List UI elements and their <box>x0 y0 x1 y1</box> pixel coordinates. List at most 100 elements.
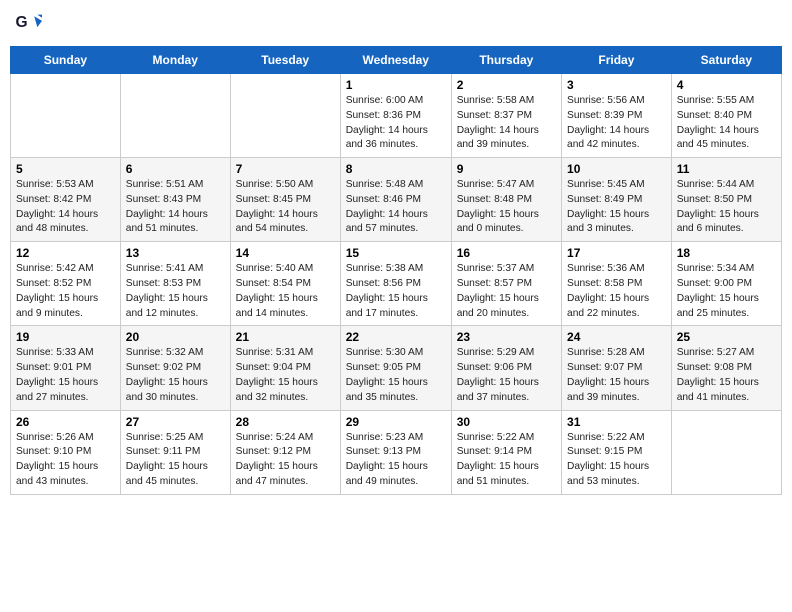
calendar: SundayMondayTuesdayWednesdayThursdayFrid… <box>10 46 782 495</box>
day-number: 12 <box>16 246 115 260</box>
calendar-cell <box>671 410 781 494</box>
day-info: Sunrise: 5:50 AM Sunset: 8:45 PM Dayligh… <box>236 178 335 237</box>
day-number: 19 <box>16 330 115 344</box>
calendar-cell: 3 Sunrise: 5:56 AM Sunset: 8:39 PM Daylig… <box>562 74 672 158</box>
calendar-cell: 1 Sunrise: 6:00 AM Sunset: 8:36 PM Daylig… <box>340 74 451 158</box>
calendar-cell: 7 Sunrise: 5:50 AM Sunset: 8:45 PM Daylig… <box>230 158 340 242</box>
day-info: Sunrise: 5:22 AM Sunset: 9:15 PM Dayligh… <box>567 431 666 490</box>
day-number: 27 <box>126 415 225 429</box>
calendar-cell: 27 Sunrise: 5:25 AM Sunset: 9:11 PM Dayli… <box>120 410 230 494</box>
day-info: Sunrise: 5:33 AM Sunset: 9:01 PM Dayligh… <box>16 346 115 405</box>
calendar-cell: 15Sunrise: 5:38 AM Sunset: 8:56 PM Dayli… <box>340 242 451 326</box>
day-info: Sunrise: 6:00 AM Sunset: 8:36 PM Dayligh… <box>346 94 446 153</box>
day-number: 14 <box>236 246 335 260</box>
day-info: Sunrise: 5:45 AM Sunset: 8:49 PM Dayligh… <box>567 178 666 237</box>
calendar-cell: 8 Sunrise: 5:48 AM Sunset: 8:46 PM Daylig… <box>340 158 451 242</box>
day-info: Sunrise: 5:53 AM Sunset: 8:42 PM Dayligh… <box>16 178 115 237</box>
calendar-cell: 19 Sunrise: 5:33 AM Sunset: 9:01 PM Dayli… <box>11 326 121 410</box>
day-number: 18 <box>677 246 776 260</box>
day-number: 11 <box>677 162 776 176</box>
logo-icon: G <box>14 10 42 38</box>
calendar-week-1: 1 Sunrise: 6:00 AM Sunset: 8:36 PM Daylig… <box>11 74 782 158</box>
day-info: Sunrise: 5:23 AM Sunset: 9:13 PM Dayligh… <box>346 431 446 490</box>
day-info: Sunrise: 5:28 AM Sunset: 9:07 PM Dayligh… <box>567 346 666 405</box>
day-info: Sunrise: 5:44 AM Sunset: 8:50 PM Dayligh… <box>677 178 776 237</box>
day-number: 25 <box>677 330 776 344</box>
day-info: Sunrise: 5:56 AM Sunset: 8:39 PM Dayligh… <box>567 94 666 153</box>
calendar-cell: 20 Sunrise: 5:32 AM Sunset: 9:02 PM Dayli… <box>120 326 230 410</box>
day-info: Sunrise: 5:42 AM Sunset: 8:52 PM Dayligh… <box>16 262 115 321</box>
day-number: 3 <box>567 78 666 92</box>
day-info: Sunrise: 5:47 AM Sunset: 8:48 PM Dayligh… <box>457 178 556 237</box>
calendar-cell: 10 Sunrise: 5:45 AM Sunset: 8:49 PM Dayli… <box>562 158 672 242</box>
calendar-cell: 18 Sunrise: 5:34 AM Sunset: 9:00 PM Dayli… <box>671 242 781 326</box>
calendar-header-tuesday: Tuesday <box>230 47 340 74</box>
calendar-cell: 17Sunrise: 5:36 AM Sunset: 8:58 PM Dayli… <box>562 242 672 326</box>
day-number: 2 <box>457 78 556 92</box>
calendar-header-row: SundayMondayTuesdayWednesdayThursdayFrid… <box>11 47 782 74</box>
calendar-cell: 11 Sunrise: 5:44 AM Sunset: 8:50 PM Dayli… <box>671 158 781 242</box>
calendar-cell: 2 Sunrise: 5:58 AM Sunset: 8:37 PM Daylig… <box>451 74 561 158</box>
svg-text:G: G <box>16 14 28 31</box>
day-info: Sunrise: 5:51 AM Sunset: 8:43 PM Dayligh… <box>126 178 225 237</box>
calendar-header-saturday: Saturday <box>671 47 781 74</box>
day-info: Sunrise: 5:30 AM Sunset: 9:05 PM Dayligh… <box>346 346 446 405</box>
day-number: 10 <box>567 162 666 176</box>
day-number: 26 <box>16 415 115 429</box>
calendar-cell: 6 Sunrise: 5:51 AM Sunset: 8:43 PM Daylig… <box>120 158 230 242</box>
calendar-header-sunday: Sunday <box>11 47 121 74</box>
calendar-cell: 5 Sunrise: 5:53 AM Sunset: 8:42 PM Daylig… <box>11 158 121 242</box>
day-info: Sunrise: 5:55 AM Sunset: 8:40 PM Dayligh… <box>677 94 776 153</box>
day-number: 15 <box>346 246 446 260</box>
day-number: 28 <box>236 415 335 429</box>
day-number: 5 <box>16 162 115 176</box>
calendar-cell: 13Sunrise: 5:41 AM Sunset: 8:53 PM Dayli… <box>120 242 230 326</box>
day-number: 8 <box>346 162 446 176</box>
day-number: 9 <box>457 162 556 176</box>
calendar-cell: 26 Sunrise: 5:26 AM Sunset: 9:10 PM Dayli… <box>11 410 121 494</box>
day-info: Sunrise: 5:22 AM Sunset: 9:14 PM Dayligh… <box>457 431 556 490</box>
calendar-cell: 31 Sunrise: 5:22 AM Sunset: 9:15 PM Dayli… <box>562 410 672 494</box>
day-info: Sunrise: 5:27 AM Sunset: 9:08 PM Dayligh… <box>677 346 776 405</box>
calendar-week-3: 12 Sunrise: 5:42 AM Sunset: 8:52 PM Dayli… <box>11 242 782 326</box>
calendar-week-5: 26 Sunrise: 5:26 AM Sunset: 9:10 PM Dayli… <box>11 410 782 494</box>
day-info: Sunrise: 5:32 AM Sunset: 9:02 PM Dayligh… <box>126 346 225 405</box>
day-info: Sunrise: 5:34 AM Sunset: 9:00 PM Dayligh… <box>677 262 776 321</box>
calendar-header-wednesday: Wednesday <box>340 47 451 74</box>
calendar-cell <box>11 74 121 158</box>
day-number: 31 <box>567 415 666 429</box>
day-number: 1 <box>346 78 446 92</box>
day-number: 22 <box>346 330 446 344</box>
calendar-cell: 30Sunrise: 5:22 AM Sunset: 9:14 PM Dayli… <box>451 410 561 494</box>
day-number: 23 <box>457 330 556 344</box>
day-number: 24 <box>567 330 666 344</box>
calendar-header-thursday: Thursday <box>451 47 561 74</box>
calendar-cell: 14 Sunrise: 5:40 AM Sunset: 8:54 PM Dayli… <box>230 242 340 326</box>
logo: G <box>14 10 46 38</box>
day-number: 6 <box>126 162 225 176</box>
calendar-cell: 4Sunrise: 5:55 AM Sunset: 8:40 PM Daylig… <box>671 74 781 158</box>
calendar-cell: 21Sunrise: 5:31 AM Sunset: 9:04 PM Dayli… <box>230 326 340 410</box>
day-number: 16 <box>457 246 556 260</box>
day-info: Sunrise: 5:58 AM Sunset: 8:37 PM Dayligh… <box>457 94 556 153</box>
calendar-header-friday: Friday <box>562 47 672 74</box>
day-number: 20 <box>126 330 225 344</box>
day-number: 29 <box>346 415 446 429</box>
day-info: Sunrise: 5:26 AM Sunset: 9:10 PM Dayligh… <box>16 431 115 490</box>
day-info: Sunrise: 5:40 AM Sunset: 8:54 PM Dayligh… <box>236 262 335 321</box>
day-info: Sunrise: 5:25 AM Sunset: 9:11 PM Dayligh… <box>126 431 225 490</box>
calendar-cell: 9 Sunrise: 5:47 AM Sunset: 8:48 PM Daylig… <box>451 158 561 242</box>
calendar-cell: 29 Sunrise: 5:23 AM Sunset: 9:13 PM Dayli… <box>340 410 451 494</box>
calendar-week-4: 19 Sunrise: 5:33 AM Sunset: 9:01 PM Dayli… <box>11 326 782 410</box>
calendar-header-monday: Monday <box>120 47 230 74</box>
calendar-week-2: 5 Sunrise: 5:53 AM Sunset: 8:42 PM Daylig… <box>11 158 782 242</box>
day-info: Sunrise: 5:24 AM Sunset: 9:12 PM Dayligh… <box>236 431 335 490</box>
day-info: Sunrise: 5:48 AM Sunset: 8:46 PM Dayligh… <box>346 178 446 237</box>
page-header: G <box>10 10 782 38</box>
day-number: 17 <box>567 246 666 260</box>
day-info: Sunrise: 5:31 AM Sunset: 9:04 PM Dayligh… <box>236 346 335 405</box>
calendar-cell: 22 Sunrise: 5:30 AM Sunset: 9:05 PM Dayli… <box>340 326 451 410</box>
day-number: 7 <box>236 162 335 176</box>
day-number: 13 <box>126 246 225 260</box>
calendar-cell: 23Sunrise: 5:29 AM Sunset: 9:06 PM Dayli… <box>451 326 561 410</box>
